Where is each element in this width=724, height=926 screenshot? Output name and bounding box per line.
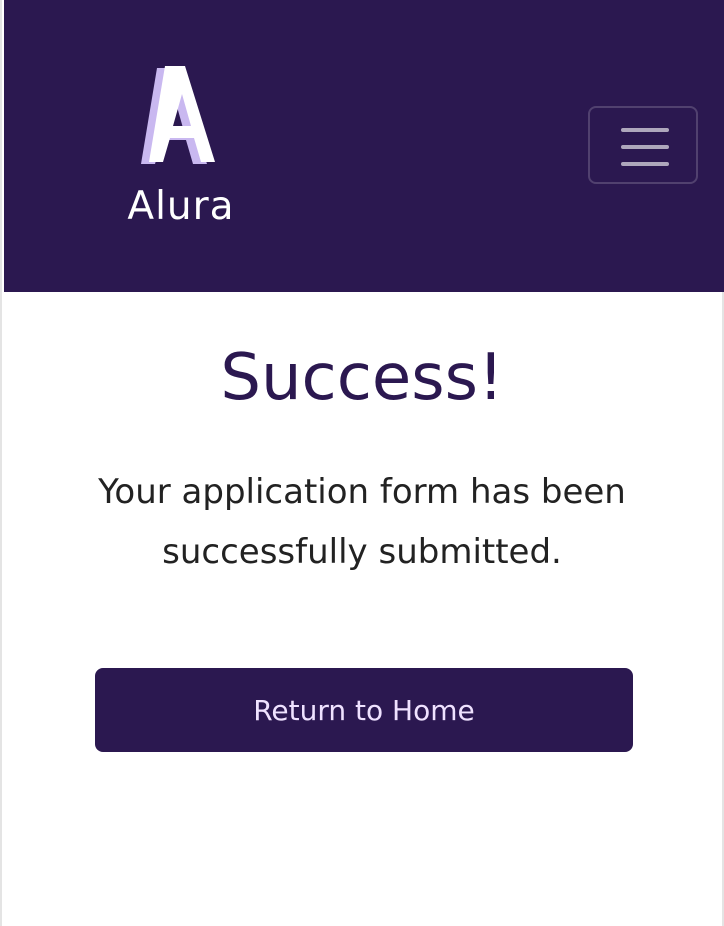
brand-name: Alura	[127, 184, 235, 229]
navbar: Alura	[4, 0, 724, 292]
page: Alura Success! Your application form has…	[0, 0, 724, 926]
page-title: Success!	[220, 341, 504, 415]
return-home-button[interactable]: Return to Home	[95, 668, 633, 752]
brand-logo-link[interactable]: Alura	[116, 58, 246, 234]
alura-logo-icon	[141, 66, 215, 164]
hamburger-bar	[621, 128, 669, 132]
navbar-toggle-button[interactable]	[588, 106, 698, 184]
hamburger-bar	[621, 145, 669, 149]
hamburger-bar	[621, 162, 669, 166]
success-message: Your application form has been successfu…	[98, 472, 626, 572]
